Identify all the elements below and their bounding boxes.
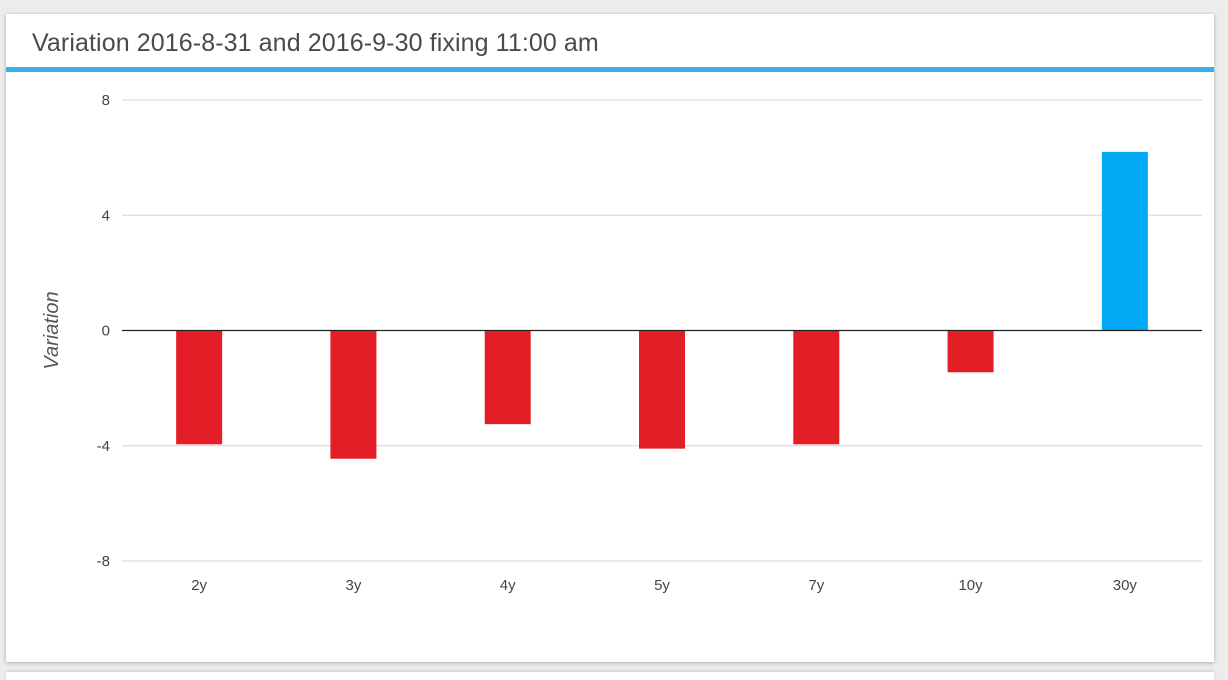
chart-title: Variation 2016-8-31 and 2016-9-30 fixing… (32, 29, 599, 57)
y-tick-labels: 8 4 0 -4 -8 (97, 92, 110, 570)
x-tick-label: 2y (191, 577, 207, 594)
bar-10y[interactable] (947, 330, 994, 373)
chart-area: 8 4 0 -4 -8 2y 3y 4y 5y 7y 10y 30y Variation (6, 72, 1214, 662)
y-tick-label: -8 (97, 553, 110, 570)
y-axis-label: Variation (41, 291, 63, 369)
bar-4y[interactable] (484, 330, 531, 425)
x-tick-label: 3y (346, 577, 362, 594)
bar-3y[interactable] (330, 330, 377, 459)
x-tick-label: 30y (1113, 577, 1138, 594)
x-tick-labels: 2y 3y 4y 5y 7y 10y 30y (191, 577, 1137, 594)
bars (176, 151, 1148, 459)
x-tick-label: 4y (500, 577, 516, 594)
y-tick-label: 0 (102, 323, 110, 340)
x-tick-label: 10y (958, 577, 983, 594)
y-tick-label: 8 (102, 92, 110, 109)
bar-30y[interactable] (1101, 151, 1148, 331)
y-tick-label: -4 (97, 438, 110, 455)
chart-card: Variation 2016-8-31 and 2016-9-30 fixing… (6, 14, 1214, 662)
bar-5y[interactable] (639, 330, 685, 449)
y-tick-label: 4 (102, 207, 110, 224)
bar-chart: 8 4 0 -4 -8 2y 3y 4y 5y 7y 10y 30y Variation (41, 92, 1202, 594)
x-tick-label: 5y (654, 577, 670, 594)
bar-7y[interactable] (793, 330, 840, 445)
next-card-edge (6, 672, 1214, 680)
x-tick-label: 7y (808, 577, 824, 594)
bar-2y[interactable] (176, 330, 223, 445)
card-header: Variation 2016-8-31 and 2016-9-30 fixing… (6, 14, 1214, 72)
